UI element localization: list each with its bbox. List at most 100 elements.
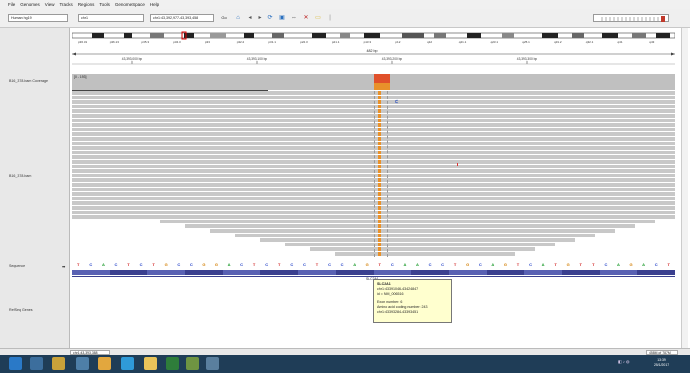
alignment-reads-panel[interactable]: ᑕ <box>72 91 675 259</box>
forward-icon[interactable]: ▸ <box>256 14 264 22</box>
read-row[interactable] <box>335 252 515 256</box>
locus-value: chr1:43,392,977-43,393,458 <box>153 16 199 20</box>
app-icon[interactable] <box>166 357 179 370</box>
browser-icon[interactable] <box>121 357 134 370</box>
vertical-scrollbar[interactable] <box>681 28 688 348</box>
menu-genomespace[interactable]: GenomeSpace <box>115 2 145 7</box>
go-button[interactable]: Go <box>220 14 228 22</box>
refresh-icon[interactable]: ⟳ <box>266 14 274 22</box>
amino-acid-block <box>185 270 223 275</box>
ie-icon[interactable] <box>30 357 43 370</box>
zoom-slider[interactable] <box>593 14 669 22</box>
window-icon[interactable] <box>206 357 219 370</box>
popup-text-icon[interactable]: ▭ <box>314 14 322 22</box>
sequence-base: C <box>177 262 181 267</box>
home-icon[interactable]: ⌂ <box>234 14 242 22</box>
track-name-panel: B16_378.bam Coverage B16_378.bam Sequenc… <box>0 28 70 348</box>
menu-regions[interactable]: Regions <box>78 2 95 7</box>
status-bar: Sequence chr1:43,393,388 458M of 787M <box>0 348 690 355</box>
coverage-mismatch-bar[interactable] <box>374 74 390 83</box>
close-icon[interactable]: ✕ <box>302 14 310 22</box>
sequence-track-label[interactable]: Sequence <box>9 264 25 268</box>
band-label: p21.1 <box>332 40 340 44</box>
insertion-marker-icon[interactable]: ᑕ <box>395 99 398 104</box>
sequence-base: G <box>466 262 470 267</box>
tray-icons[interactable]: ◧ ♪ ◍ <box>618 359 630 364</box>
chromosome-ideogram[interactable]: p36.31 p36.13 p35.3 p34.3 p33 p32.2 p31.1 p22.3… <box>72 30 675 44</box>
amino-acid-block <box>486 270 525 275</box>
menu-view[interactable]: View <box>45 2 55 7</box>
coverage-mismatch-bar-lower[interactable] <box>374 83 390 90</box>
menu-tools[interactable]: Tools <box>99 2 110 7</box>
strand-arrow-icon[interactable]: ➡ <box>62 264 65 269</box>
sequence-track[interactable]: TCACTCTGCCGGACTCTCCTCCAGTCAACCTGCAGTCATG… <box>72 262 675 270</box>
files-icon[interactable] <box>76 357 89 370</box>
band-label: p36.31 <box>78 40 88 44</box>
sequence-base: T <box>579 262 582 267</box>
sequence-base: A <box>403 262 407 267</box>
sequence-base: T <box>127 262 130 267</box>
amino-acid-block <box>373 270 412 275</box>
region-icon[interactable]: ▣ <box>278 14 286 22</box>
sequence-base: A <box>353 262 357 267</box>
read-row[interactable] <box>310 247 535 251</box>
sequence-base: C <box>139 262 143 267</box>
start-button-icon[interactable] <box>9 357 22 370</box>
explorer-icon[interactable] <box>144 357 157 370</box>
os-taskbar: ◧ ♪ ◍ 13:39 25/1/2017 <box>0 355 690 373</box>
band-label: p12 <box>395 40 400 44</box>
band-label: q43 <box>649 40 654 44</box>
amino-acid-block <box>109 270 148 275</box>
band-label: p22.3 <box>300 40 308 44</box>
bam-track-label[interactable]: B16_378.bam <box>9 174 31 178</box>
sequence-base: C <box>340 262 344 267</box>
read-row[interactable] <box>185 224 635 228</box>
sequence-base: T <box>592 262 595 267</box>
system-clock[interactable]: 13:39 25/1/2017 <box>654 358 669 367</box>
ruler[interactable]: 482 bp 43,393,000 bp 43,393,100 bp 43,393,… <box>72 46 675 66</box>
amino-acid-block <box>222 270 261 275</box>
locus-input[interactable]: chr1:43,392,977-43,393,458 <box>150 14 214 22</box>
menu-bar: File Genomes View Tracks Regions Tools G… <box>0 0 690 9</box>
genome-value: Human hg19 <box>11 16 32 20</box>
igv-icon[interactable] <box>186 357 199 370</box>
genome-dropdown[interactable]: Human hg19 <box>8 14 68 22</box>
sequence-base: C <box>654 262 658 267</box>
refseq-track-label[interactable]: RefSeq Genes <box>9 308 33 312</box>
folder-icon[interactable] <box>98 357 111 370</box>
band-label: q31.2 <box>554 40 562 44</box>
read-row[interactable] <box>235 233 595 238</box>
amino-acid-block <box>561 270 600 275</box>
chromosome-dropdown[interactable]: chr1 <box>78 14 144 22</box>
sequence-base: A <box>617 262 620 267</box>
coverage-range-label: [0 - 193] <box>74 75 87 79</box>
read-row[interactable] <box>160 219 655 224</box>
ruler-tick-label: 43,393,100 bp <box>247 57 268 61</box>
sequence-base: G <box>214 262 219 267</box>
chrome-icon[interactable] <box>52 357 65 370</box>
read-row[interactable] <box>210 229 615 233</box>
menu-genomes[interactable]: Genomes <box>20 2 40 7</box>
sequence-base: G <box>164 262 168 267</box>
menu-help[interactable]: Help <box>150 2 159 7</box>
menu-file[interactable]: File <box>8 2 15 7</box>
memory-status[interactable]: 458M of 787M <box>646 349 678 355</box>
coverage-track-label[interactable]: B16_378.bam Coverage <box>9 79 48 83</box>
resize-icon[interactable]: ⇔ <box>290 14 298 22</box>
back-icon[interactable]: ◂ <box>246 14 254 22</box>
amino-acid-block <box>599 270 638 275</box>
amino-acid-translation[interactable] <box>72 270 675 275</box>
amino-acid-block <box>147 270 186 275</box>
amino-acid-block <box>411 270 449 275</box>
band-label: q21.1 <box>459 40 467 44</box>
menu-tracks[interactable]: Tracks <box>59 2 72 7</box>
band-label: q12 <box>427 40 432 44</box>
read-row[interactable] <box>260 238 575 242</box>
sequence-base: C <box>290 262 294 267</box>
mismatch-marker[interactable] <box>457 163 458 166</box>
ruler-tick-label: 43,393,200 bp <box>382 57 403 61</box>
separator-icon: | <box>329 15 331 21</box>
read-row[interactable] <box>285 242 555 247</box>
sequence-base: C <box>441 262 445 267</box>
coverage-track[interactable]: [0 - 193] <box>72 74 675 90</box>
